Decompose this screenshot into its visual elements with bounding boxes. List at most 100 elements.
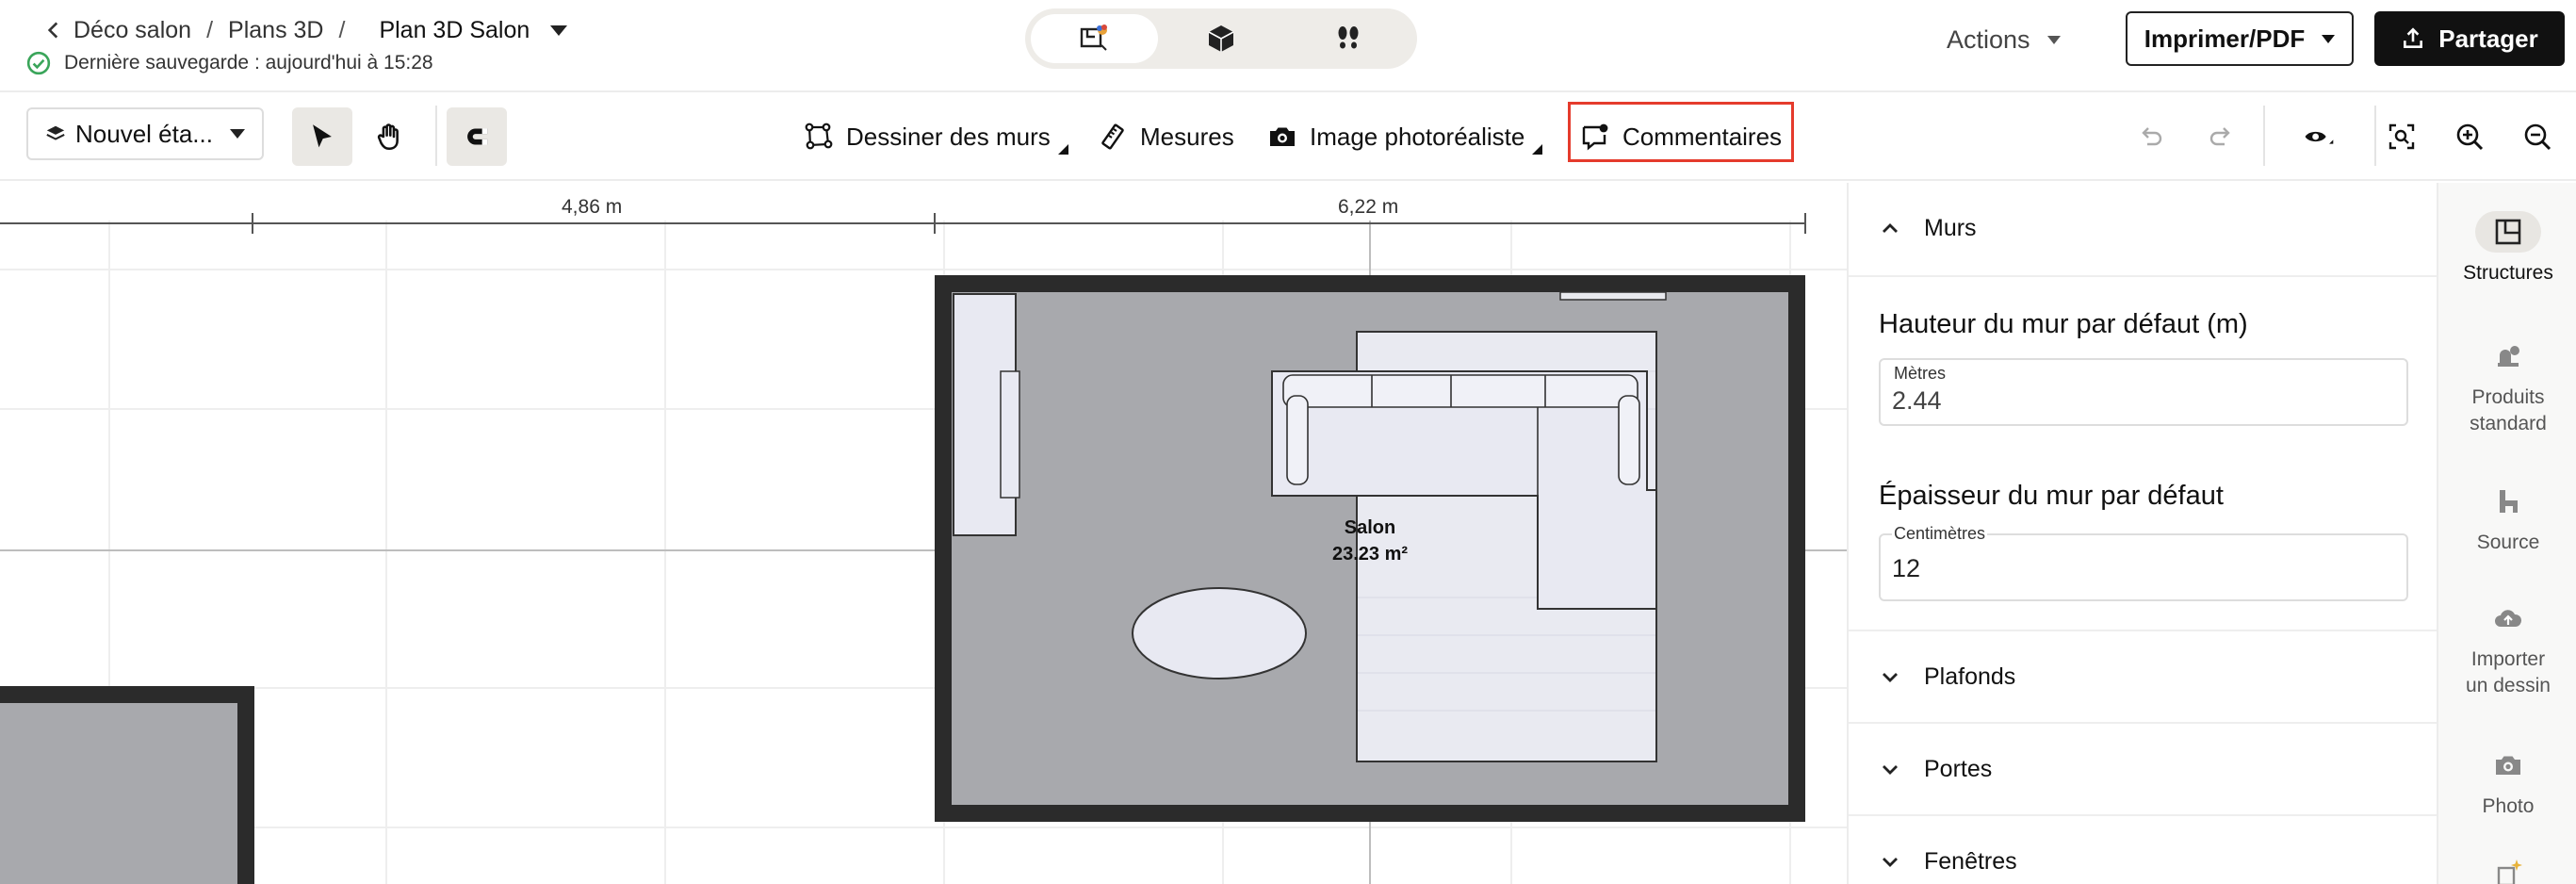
rail-photo[interactable]: Photo	[2438, 745, 2576, 820]
undo-button[interactable]	[2128, 113, 2175, 160]
share-button[interactable]: Partager	[2374, 11, 2565, 66]
print-label: Imprimer/PDF	[2144, 24, 2306, 53]
visibility-menu[interactable]	[2286, 113, 2352, 160]
camera-icon	[1270, 127, 1295, 146]
structures-icon-wrap	[2475, 211, 2541, 253]
side-rail: Structures Produits standard Source Impo…	[2437, 183, 2576, 884]
products-icon-wrap	[2475, 336, 2541, 377]
section-doors-header[interactable]: Portes	[1849, 724, 2437, 814]
chevron-down-icon	[1883, 673, 1898, 682]
section-walls-title: Murs	[1924, 214, 1977, 241]
zoom-fit-icon	[2389, 123, 2415, 150]
rail-source[interactable]: Source	[2438, 481, 2576, 556]
fit-view-button[interactable]	[2378, 113, 2425, 160]
plan-2d-icon	[1081, 25, 1108, 51]
app-root: Déco salon / Plans 3D / Plan 3D Salon De…	[0, 0, 2576, 884]
chevron-down-icon	[1883, 765, 1898, 775]
print-pdf-button[interactable]: Imprimer/PDF	[2126, 11, 2354, 66]
view-mode-switch	[1025, 8, 1417, 69]
ruler-icon	[1101, 123, 1124, 150]
chevron-down-icon	[2046, 35, 2061, 44]
redo-button[interactable]	[2197, 113, 2244, 160]
rail-products[interactable]: Produits standard	[2438, 336, 2576, 437]
snap-magnet-tool[interactable]	[447, 107, 507, 166]
rail-ai-tool[interactable]	[2438, 852, 2576, 884]
draw-walls-tool[interactable]: Dessiner des murs	[803, 113, 1068, 160]
pan-tool[interactable]	[360, 107, 420, 166]
structures-icon	[2495, 219, 2521, 245]
save-status-text: Dernière sauvegarde : aujourd'hui à 15:2…	[64, 52, 433, 74]
chevron-down-icon	[230, 129, 245, 139]
share-label: Partager	[2438, 24, 2538, 53]
level-label: Nouvel éta...	[75, 119, 213, 148]
view-mode-2d[interactable]	[1031, 14, 1158, 63]
cube-3d-icon	[1208, 25, 1234, 52]
floor-plan-canvas[interactable]: 4,86 m 6,22 m Salon 23.23 m²	[0, 183, 1847, 884]
breadcrumb-deco-salon[interactable]: Déco salon	[73, 17, 191, 44]
section-walls-header[interactable]: Murs	[1849, 183, 2437, 273]
cursor-arrow-icon	[313, 124, 332, 148]
select-tool[interactable]	[292, 107, 352, 166]
section-windows-header[interactable]: Fenêtres	[1849, 816, 2437, 884]
properties-panel: Murs Hauteur du mur par défaut (m) Mètre…	[1847, 183, 2437, 884]
level-select[interactable]: Nouvel éta...	[26, 107, 264, 160]
chevron-down-icon[interactable]	[550, 25, 568, 36]
section-ceilings-header[interactable]: Plafonds	[1849, 631, 2437, 722]
toolbar-divider	[435, 106, 437, 166]
rail-import-drawing[interactable]: Importer un dessin	[2438, 598, 2576, 699]
toolbar: Nouvel éta... Dessiner des murs Mesures …	[0, 92, 2576, 181]
rail-structures[interactable]: Structures	[2438, 211, 2576, 286]
breadcrumb-current[interactable]: Plan 3D Salon	[379, 17, 530, 44]
rail-source-label: Source	[2476, 532, 2540, 553]
room-label[interactable]: Salon 23.23 m²	[1319, 515, 1421, 567]
measures-tool[interactable]: Mesures	[1097, 113, 1234, 160]
wall-thickness-value: 12	[1892, 554, 1921, 582]
zoom-in-icon	[2456, 123, 2484, 151]
import-icon-wrap	[2475, 598, 2541, 639]
undo-icon	[2142, 127, 2162, 146]
photo-render-label: Image photoréaliste	[1310, 122, 1525, 151]
wall-height-input[interactable]: Mètres 2.44	[1879, 358, 2408, 426]
breadcrumb: Déco salon / Plans 3D / Plan 3D Salon	[41, 11, 568, 49]
zoom-out-button[interactable]	[2514, 113, 2561, 160]
submenu-indicator-icon	[1057, 144, 1068, 155]
section-ceilings-title: Plafonds	[1924, 663, 2016, 690]
sparkle-icon	[2497, 859, 2522, 884]
polyline-draw-icon	[805, 123, 833, 150]
dimension-label-left: 4,86 m	[562, 196, 623, 218]
dimension-label-right: 6,22 m	[1338, 196, 1399, 218]
rail-import-label-1: Importer	[2470, 648, 2546, 670]
wall-height-unit: Mètres	[1892, 364, 1948, 384]
toolbar-divider	[2374, 106, 2376, 166]
wall-thickness-input[interactable]: Centimètres 12	[1879, 524, 2408, 601]
view-mode-walk[interactable]	[1284, 14, 1411, 63]
rail-import-label-2: un dessin	[2466, 675, 2551, 696]
actions-menu[interactable]: Actions	[1947, 13, 2061, 66]
zoom-in-button[interactable]	[2446, 113, 2493, 160]
wall-height-value: 2.44	[1892, 386, 1942, 415]
zoom-out-icon	[2524, 123, 2552, 151]
breadcrumb-plans-3d[interactable]: Plans 3D	[228, 17, 323, 44]
rail-products-label-2: standard	[2470, 413, 2547, 434]
chevron-left-icon[interactable]	[41, 18, 66, 42]
measures-label: Mesures	[1140, 122, 1234, 151]
chevron-down-icon	[1883, 858, 1898, 867]
oval-coffee-table[interactable]	[1132, 587, 1307, 679]
toolbar-divider	[2263, 106, 2265, 166]
view-mode-3d[interactable]	[1158, 14, 1285, 63]
chair-icon	[2500, 490, 2518, 513]
rail-structures-label: Structures	[2463, 262, 2553, 284]
eye-icon	[2305, 131, 2334, 144]
hand-icon	[377, 123, 399, 151]
submenu-indicator-icon	[1532, 144, 1543, 155]
wall-height-title: Hauteur du mur par défaut (m)	[1879, 309, 2248, 339]
adjacent-room-floor[interactable]	[0, 703, 237, 884]
source-icon-wrap	[2475, 481, 2541, 522]
photo-render-tool[interactable]: Image photoréaliste	[1266, 113, 1543, 160]
products-icon	[2498, 346, 2519, 367]
window-top[interactable]	[1559, 291, 1667, 301]
section-divider	[1849, 275, 2437, 277]
layers-icon	[46, 125, 65, 140]
ai-icon-wrap	[2475, 852, 2541, 884]
rail-photo-label: Photo	[2482, 795, 2535, 817]
